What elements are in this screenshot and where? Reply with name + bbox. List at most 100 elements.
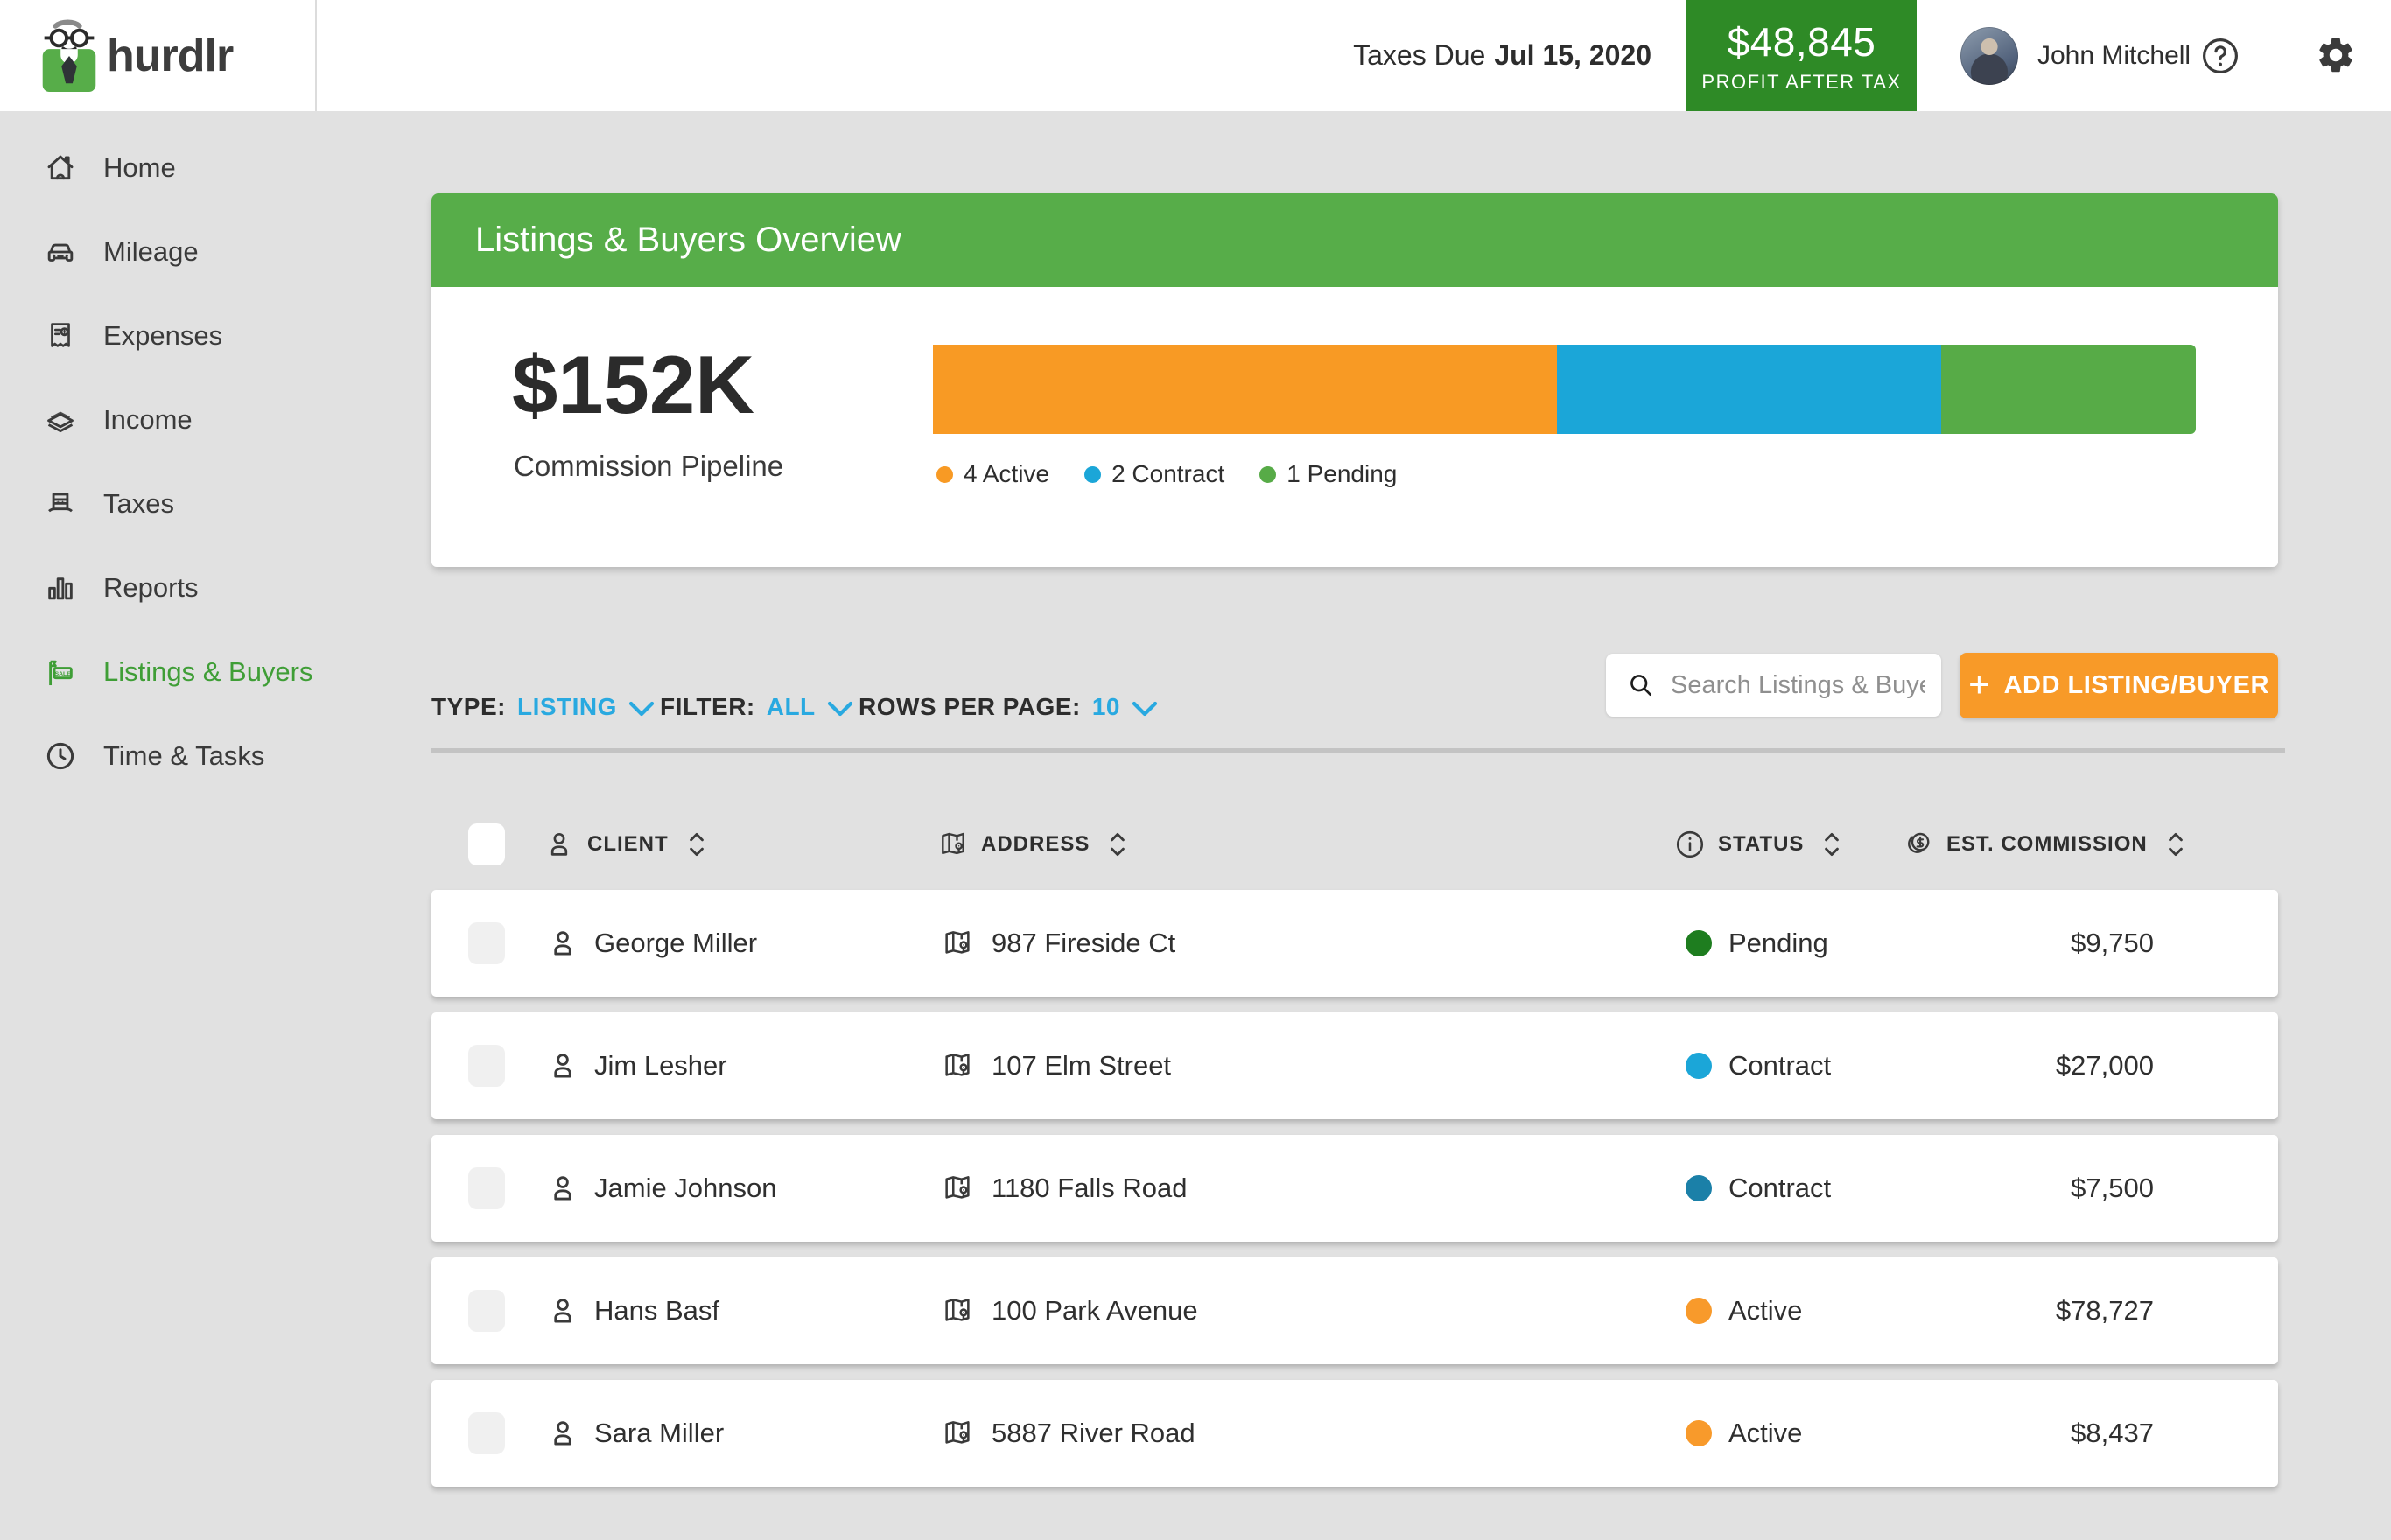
sort-icon[interactable] bbox=[1816, 829, 1848, 860]
chevron-down-icon bbox=[1132, 701, 1158, 717]
add-listing-buyer-button[interactable]: + ADD LISTING/BUYER bbox=[1960, 653, 2278, 718]
taxes-due-text: Taxes Due Jul 15, 2020 bbox=[1353, 0, 1651, 111]
table-row[interactable]: Sara Miller 5887 River Road Active $8,43… bbox=[431, 1380, 2278, 1487]
sidebar-item-label: Time & Tasks bbox=[103, 740, 264, 772]
map-icon bbox=[941, 1417, 974, 1450]
pipeline-legend: 4 Active 2 Contract 1 Pending bbox=[936, 460, 1397, 488]
avatar[interactable] bbox=[1960, 27, 2018, 85]
commission-value: $7,500 bbox=[2071, 1135, 2154, 1242]
address: 100 Park Avenue bbox=[992, 1257, 1198, 1364]
gear-icon[interactable] bbox=[2315, 34, 2357, 76]
rows-per-page-label: ROWS PER PAGE: bbox=[859, 693, 1081, 721]
table-row[interactable]: Jamie Johnson 1180 Falls Road Contract $… bbox=[431, 1135, 2278, 1242]
sidebar-item-income[interactable]: Income bbox=[0, 378, 317, 462]
commission-value: $8,437 bbox=[2071, 1380, 2154, 1487]
sort-icon[interactable] bbox=[1102, 829, 1133, 860]
sidebar-item-expenses[interactable]: Expenses bbox=[0, 294, 317, 378]
person-icon bbox=[546, 1417, 579, 1450]
filter-dropdown[interactable]: FILTER: ALL bbox=[660, 690, 853, 724]
column-header-client[interactable]: CLIENT bbox=[543, 807, 712, 882]
row-checkbox[interactable] bbox=[468, 1045, 505, 1087]
client-name: Hans Basf bbox=[594, 1257, 719, 1364]
search-icon bbox=[1627, 671, 1655, 699]
table-row[interactable]: Jim Lesher 107 Elm Street Contract $27,0… bbox=[431, 1012, 2278, 1119]
overview-card: Listings & Buyers Overview $152K Commiss… bbox=[431, 193, 2278, 567]
user-menu[interactable]: John Mitchell bbox=[1960, 0, 2191, 111]
sidebar-item-label: Income bbox=[103, 404, 193, 436]
commission-value: $78,727 bbox=[2056, 1257, 2154, 1364]
column-header-address[interactable]: ADDRESS bbox=[937, 807, 1133, 882]
sidebar-item-time-tasks[interactable]: Time & Tasks bbox=[0, 714, 317, 798]
sidebar-item-label: Taxes bbox=[103, 488, 174, 520]
sort-icon[interactable] bbox=[681, 829, 712, 860]
legend-label: 1 Pending bbox=[1287, 460, 1397, 488]
type-dropdown[interactable]: TYPE: LISTING bbox=[431, 690, 655, 724]
svg-text:SALE: SALE bbox=[55, 671, 72, 677]
chevron-down-icon bbox=[827, 701, 853, 717]
legend-dot bbox=[1259, 466, 1276, 483]
sidebar-item-taxes[interactable]: Taxes bbox=[0, 462, 317, 546]
table-row[interactable]: George Miller 987 Fireside Ct Pending $9… bbox=[431, 890, 2278, 997]
map-icon bbox=[937, 829, 969, 860]
row-checkbox[interactable] bbox=[468, 1290, 505, 1332]
address: 1180 Falls Road bbox=[992, 1135, 1187, 1242]
brand-logo[interactable]: hurdlr bbox=[0, 0, 317, 111]
plus-icon: + bbox=[1968, 666, 1990, 703]
profit-after-tax-box[interactable]: $48,845 PROFIT AFTER TAX bbox=[1686, 0, 1917, 111]
legend-dot bbox=[1084, 466, 1101, 483]
client-name: Sara Miller bbox=[594, 1380, 724, 1487]
search-input[interactable] bbox=[1671, 671, 1925, 700]
profit-amount: $48,845 bbox=[1728, 18, 1876, 66]
row-checkbox[interactable] bbox=[468, 1412, 505, 1454]
sidebar-item-label: Listings & Buyers bbox=[103, 656, 313, 688]
sidebar-item-label: Reports bbox=[103, 572, 199, 604]
select-all-checkbox[interactable] bbox=[468, 823, 505, 865]
info-icon bbox=[1674, 829, 1706, 860]
overview-card-header: Listings & Buyers Overview bbox=[431, 193, 2278, 287]
sidebar-item-reports[interactable]: Reports bbox=[0, 546, 317, 630]
sidebar-item-label: Mileage bbox=[103, 236, 199, 268]
column-header-status[interactable]: STATUS bbox=[1674, 807, 1848, 882]
car-icon bbox=[44, 235, 77, 269]
taxes-due-date: Jul 15, 2020 bbox=[1494, 39, 1651, 72]
table-row[interactable]: Hans Basf 100 Park Avenue Active $78,727 bbox=[431, 1257, 2278, 1364]
sort-icon[interactable] bbox=[2160, 829, 2191, 860]
sidebar-item-mileage[interactable]: Mileage bbox=[0, 210, 317, 294]
overview-title: Listings & Buyers Overview bbox=[475, 220, 901, 260]
status-dot bbox=[1686, 1298, 1712, 1324]
sidebar-item-label: Home bbox=[103, 152, 176, 184]
sidebar: Home Mileage Expenses Income Taxes Repor… bbox=[0, 111, 317, 1540]
legend-item: 1 Pending bbox=[1259, 460, 1397, 488]
sidebar-item-home[interactable]: Home bbox=[0, 126, 317, 210]
status-dot bbox=[1686, 1053, 1712, 1079]
user-name: John Mitchell bbox=[2037, 41, 2191, 71]
person-icon bbox=[543, 829, 575, 860]
overview-card-body: $152K Commission Pipeline 4 Active 2 Con… bbox=[431, 287, 2278, 567]
main-content: Listings & Buyers Overview $152K Commiss… bbox=[431, 0, 2278, 1540]
type-label: TYPE: bbox=[431, 693, 506, 721]
address: 987 Fireside Ct bbox=[992, 890, 1175, 997]
row-checkbox[interactable] bbox=[468, 1167, 505, 1209]
brand-name: hurdlr bbox=[107, 30, 233, 82]
top-bar: hurdlr Taxes Due Jul 15, 2020 $48,845 PR… bbox=[0, 0, 2391, 111]
address: 107 Elm Street bbox=[992, 1012, 1171, 1119]
client-name: Jim Lesher bbox=[594, 1012, 727, 1119]
rows-per-page-dropdown[interactable]: ROWS PER PAGE: 10 bbox=[859, 690, 1158, 724]
sidebar-item-label: Expenses bbox=[103, 320, 222, 352]
filter-value: ALL bbox=[767, 693, 816, 721]
filter-label: FILTER: bbox=[660, 693, 755, 721]
bar-segment-active bbox=[933, 345, 1557, 434]
app-root: hurdlr Taxes Due Jul 15, 2020 $48,845 PR… bbox=[0, 0, 2391, 1540]
status-label: Active bbox=[1728, 1257, 1802, 1364]
pipeline-stacked-bar bbox=[933, 345, 2196, 434]
column-header-commission[interactable]: EST. COMMISSION bbox=[1903, 807, 2191, 882]
reports-icon bbox=[44, 571, 77, 605]
address: 5887 River Road bbox=[992, 1380, 1196, 1487]
commission-value: $27,000 bbox=[2056, 1012, 2154, 1119]
row-checkbox[interactable] bbox=[468, 922, 505, 964]
pipeline-label: Commission Pipeline bbox=[514, 450, 783, 483]
legend-item: 4 Active bbox=[936, 460, 1049, 488]
help-icon[interactable] bbox=[2199, 35, 2241, 77]
sidebar-item-listings-buyers[interactable]: SALE Listings & Buyers bbox=[0, 630, 317, 714]
person-icon bbox=[546, 1172, 579, 1205]
